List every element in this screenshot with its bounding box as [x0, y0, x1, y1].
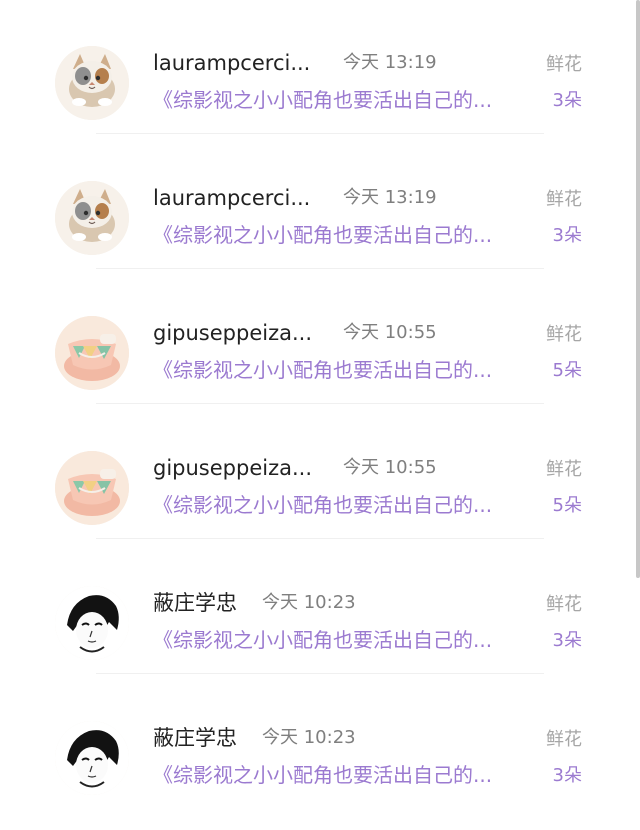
gift-count: 3朵	[552, 765, 582, 786]
list-item[interactable]: laurampcerci... 今天 13:19 鲜花 《综影视之小小配角也要活…	[0, 135, 640, 269]
timestamp: 今天 10:55	[343, 457, 437, 478]
username[interactable]: laurampcerci...	[153, 50, 310, 76]
timestamp: 今天 10:23	[262, 727, 356, 748]
username[interactable]: 蔽庄学忠	[153, 590, 237, 616]
cat-avatar-icon[interactable]	[55, 181, 129, 255]
cup-avatar-icon[interactable]	[55, 316, 129, 390]
list-item[interactable]: laurampcerci... 今天 13:19 鲜花 《综影视之小小配角也要活…	[0, 0, 640, 134]
list-item[interactable]: 蔽庄学忠 今天 10:23 鲜花 《综影视之小小配角也要活出自己的... 3朵	[0, 675, 640, 809]
gift-type-label: 鲜花	[546, 54, 582, 75]
gift-type-label: 鲜花	[546, 594, 582, 615]
username[interactable]: gipuseppeiza...	[153, 320, 312, 346]
gift-count: 3朵	[552, 90, 582, 111]
book-title-link[interactable]: 《综影视之小小配角也要活出自己的...	[153, 627, 492, 653]
list-item[interactable]: 蔽庄学忠 今天 10:23 鲜花 《综影视之小小配角也要活出自己的... 3朵	[0, 540, 640, 674]
row-divider	[96, 133, 544, 134]
gift-type-label: 鲜花	[546, 729, 582, 750]
timestamp: 今天 10:55	[343, 322, 437, 343]
cat-avatar-icon[interactable]	[55, 46, 129, 120]
book-title-link[interactable]: 《综影视之小小配角也要活出自己的...	[153, 222, 492, 248]
anime-boy-avatar-icon[interactable]	[55, 721, 129, 795]
timestamp: 今天 10:23	[262, 592, 356, 613]
book-title-link[interactable]: 《综影视之小小配角也要活出自己的...	[153, 357, 492, 383]
list-item[interactable]: gipuseppeiza... 今天 10:55 鲜花 《综影视之小小配角也要活…	[0, 405, 640, 539]
gift-count: 5朵	[552, 360, 582, 381]
username[interactable]: 蔽庄学忠	[153, 725, 237, 751]
timestamp: 今天 13:19	[343, 187, 437, 208]
row-divider	[96, 538, 544, 539]
username[interactable]: laurampcerci...	[153, 185, 310, 211]
row-divider	[96, 268, 544, 269]
gift-count: 5朵	[552, 495, 582, 516]
gift-type-label: 鲜花	[546, 324, 582, 345]
row-divider	[96, 403, 544, 404]
book-title-link[interactable]: 《综影视之小小配角也要活出自己的...	[153, 492, 492, 518]
timestamp: 今天 13:19	[343, 52, 437, 73]
gift-record-list: laurampcerci... 今天 13:19 鲜花 《综影视之小小配角也要活…	[0, 0, 640, 830]
gift-count: 3朵	[552, 225, 582, 246]
gift-count: 3朵	[552, 630, 582, 651]
gift-type-label: 鲜花	[546, 189, 582, 210]
gift-type-label: 鲜花	[546, 459, 582, 480]
username[interactable]: gipuseppeiza...	[153, 455, 312, 481]
scrollbar[interactable]	[636, 0, 640, 578]
cup-avatar-icon[interactable]	[55, 451, 129, 525]
row-divider	[96, 673, 544, 674]
book-title-link[interactable]: 《综影视之小小配角也要活出自己的...	[153, 762, 492, 788]
list-item[interactable]: gipuseppeiza... 今天 10:55 鲜花 《综影视之小小配角也要活…	[0, 270, 640, 404]
book-title-link[interactable]: 《综影视之小小配角也要活出自己的...	[153, 87, 492, 113]
anime-boy-avatar-icon[interactable]	[55, 586, 129, 660]
